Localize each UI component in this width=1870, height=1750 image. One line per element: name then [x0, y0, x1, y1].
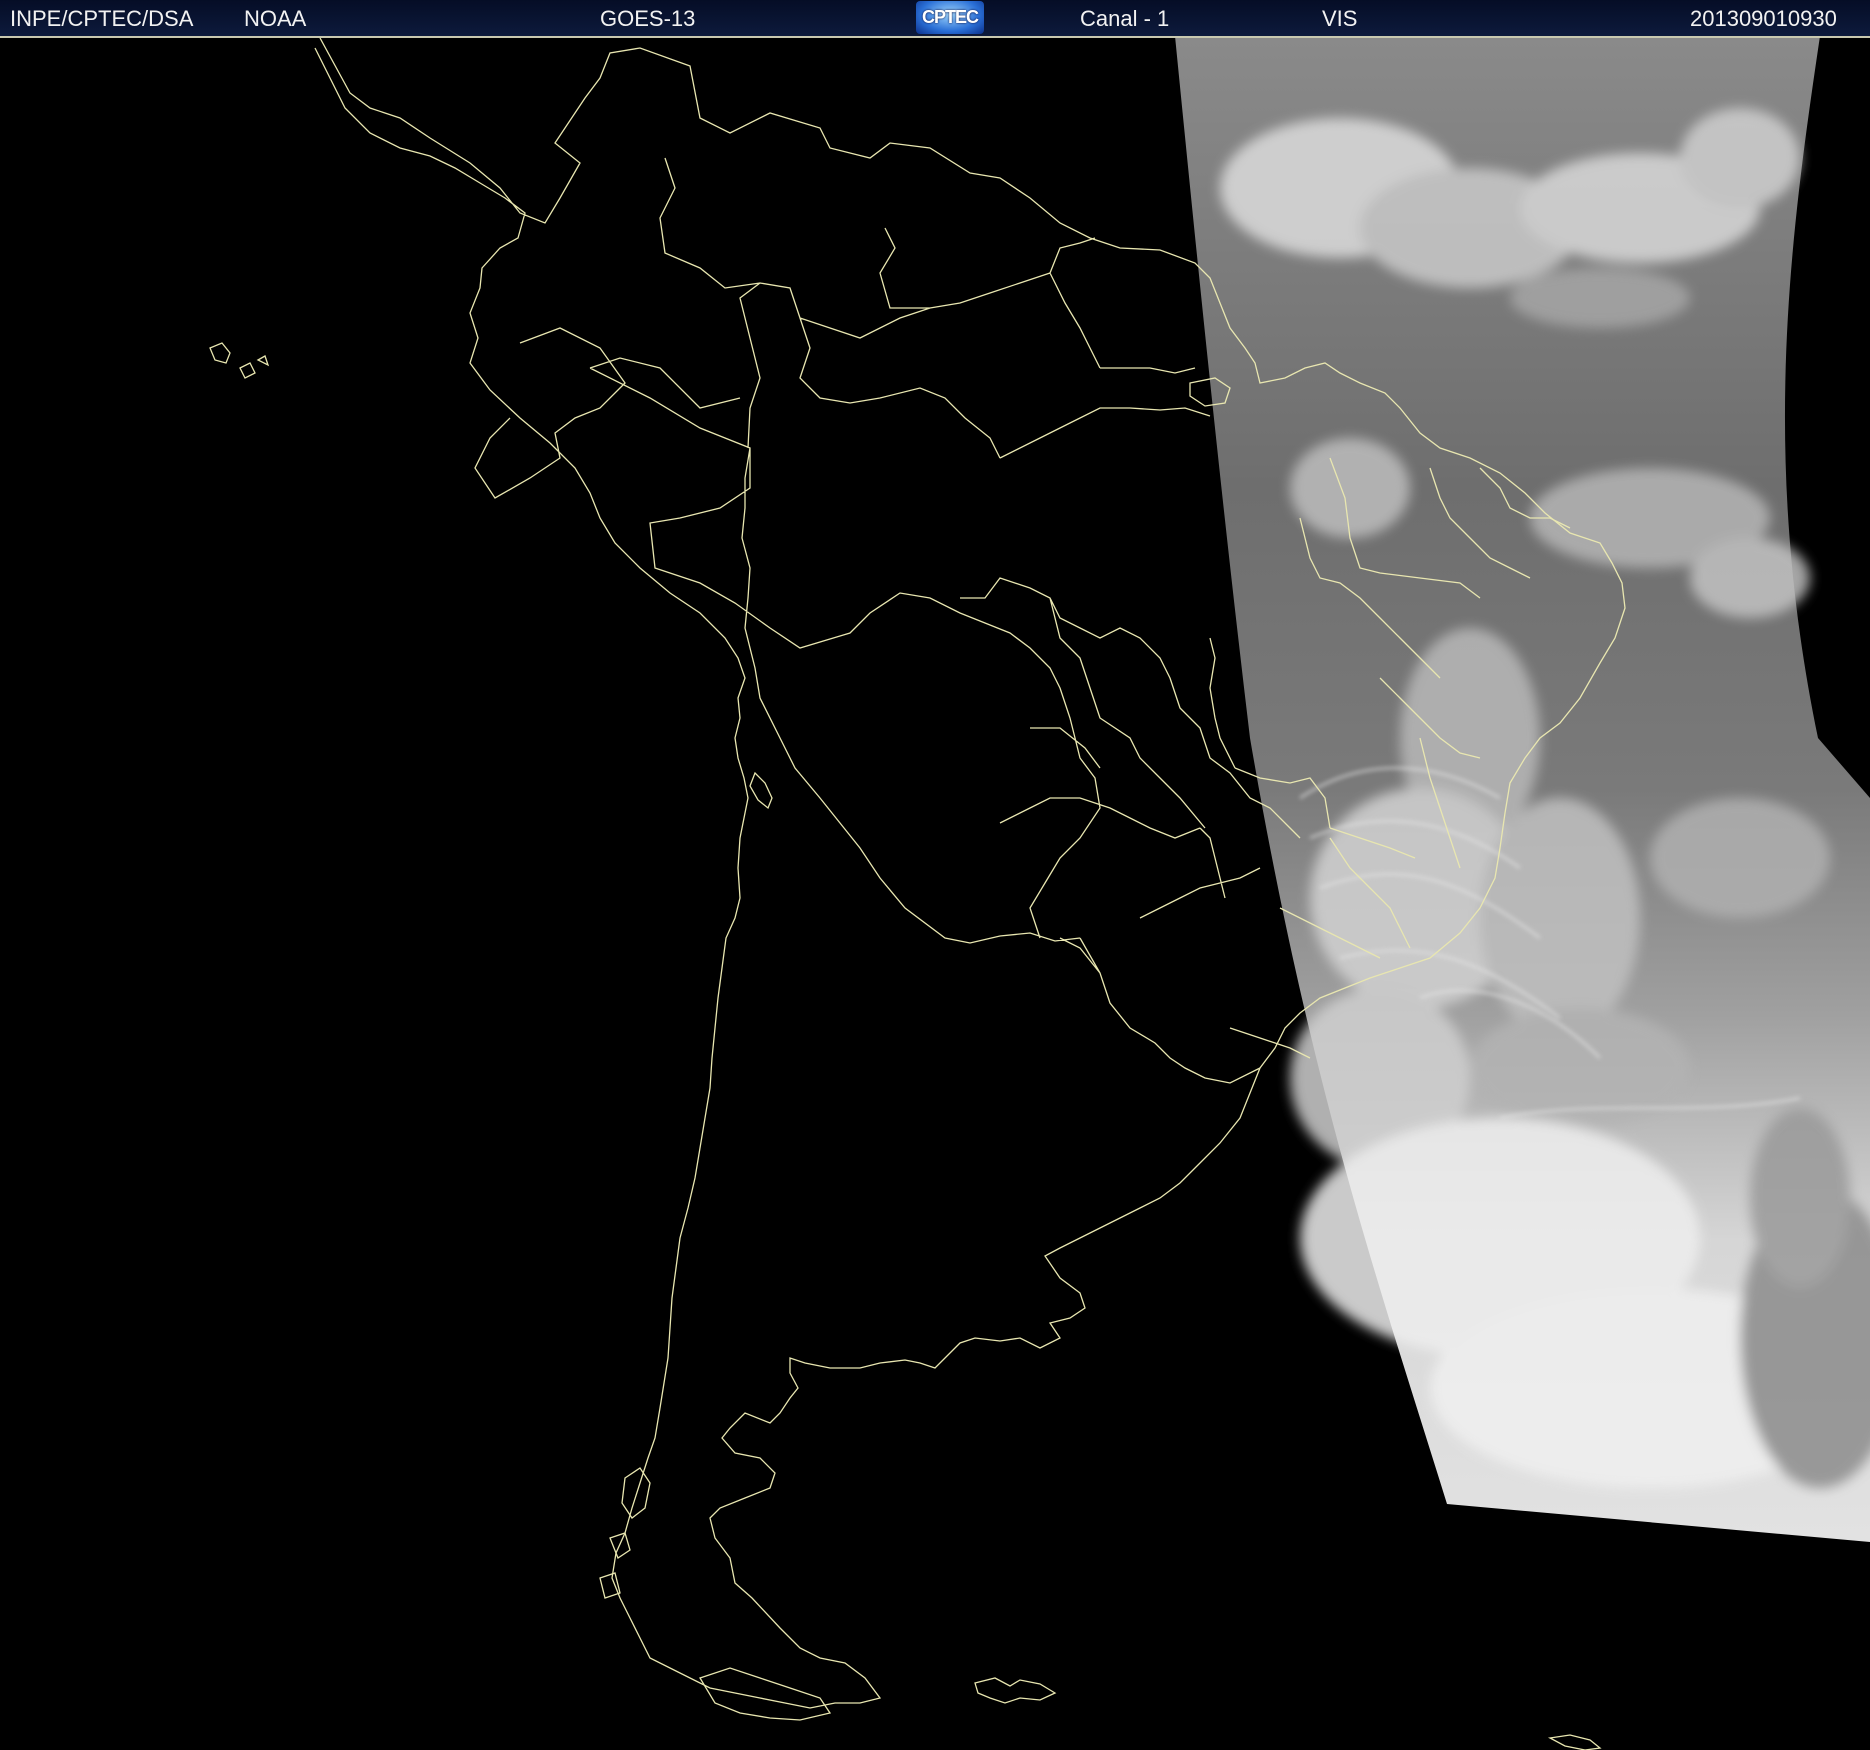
satellite-label: GOES-13: [600, 6, 696, 31]
timestamp-label: 201309010930: [1690, 6, 1837, 31]
satellite-map: [0, 38, 1870, 1750]
provider-label: NOAA: [244, 6, 307, 31]
channel-label: Canal - 1: [1080, 6, 1170, 31]
header-bar: INPE/CPTEC/DSA NOAA GOES-13 CPTEC Canal …: [0, 0, 1870, 38]
agency-label: INPE/CPTEC/DSA: [10, 6, 194, 31]
cptec-logo: CPTEC: [916, 1, 984, 34]
band-label: VIS: [1322, 6, 1358, 31]
